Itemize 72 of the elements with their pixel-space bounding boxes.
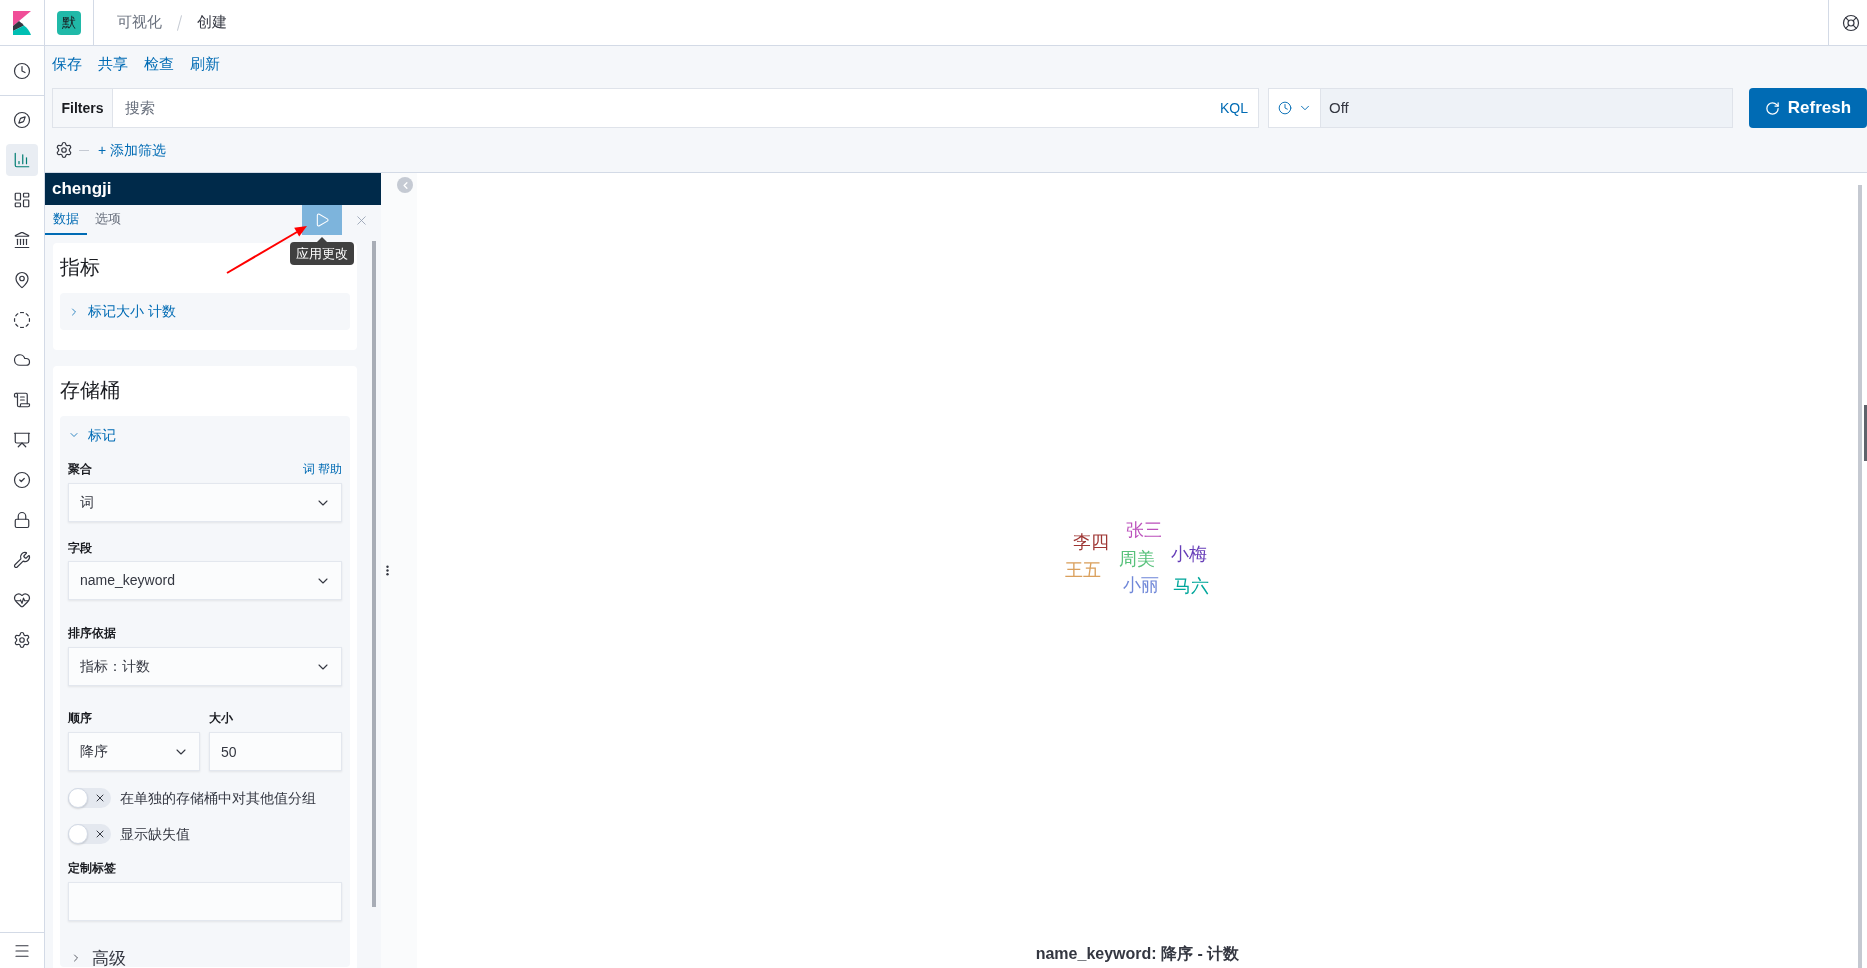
cloud-word: 周美 [1118,549,1155,568]
breadcrumb: 创建 [197,12,227,33]
breadcrumb[interactable]: 可视化 [117,11,162,34]
wrench-icon[interactable] [13,551,31,569]
add-filter-link[interactable]: + 添加筛选 [98,139,167,161]
top-menu-link[interactable]: 保存 [52,52,82,76]
scrollbar-thumb[interactable] [1858,185,1862,968]
query-bar[interactable]: Filters 搜索 KQL [52,88,1259,128]
dashboard-icon[interactable] [13,191,31,209]
field-label: 定制标签 [68,860,117,876]
logo-icon[interactable] [13,10,31,35]
refresh-button[interactable]: Refresh [1749,88,1867,128]
play-icon [314,212,330,228]
custom-label-input[interactable] [68,882,342,921]
lifebuoy-icon[interactable] [1842,13,1860,32]
tooltip: 应用更改 [290,237,354,265]
scrollbar-thumb[interactable] [372,241,376,907]
map-pin-icon[interactable] [13,271,31,289]
editor-title: chengji [45,173,381,205]
size-input[interactable]: 50 [209,732,342,771]
field-select[interactable]: name_keyword [68,561,342,600]
check-circle-icon[interactable] [13,471,31,489]
settings-icon[interactable] [55,141,73,159]
lock-icon[interactable] [13,511,31,529]
cloud-word: 张三 [1125,520,1162,539]
scrollbar-thumb[interactable] [1864,405,1867,461]
cloud-word: 小梅 [1170,544,1207,563]
cloud-word: 马六 [1172,576,1209,595]
field-label: 大小 [209,710,234,726]
dashed-circle-icon[interactable] [13,311,31,329]
metric-accordion[interactable]: 标记大小 计数 [60,293,350,330]
section-title: 存储桶 [59,378,121,402]
toggle-switch[interactable] [68,788,111,808]
top-menu-link[interactable]: 刷新 [190,52,220,76]
presentation-icon[interactable] [13,431,31,449]
cloud-word: 小丽 [1122,575,1159,594]
section-title: 指标 [59,255,101,279]
cloud-word: 王五 [1064,560,1101,579]
bar-chart-icon[interactable] [6,144,38,176]
heart-pulse-icon[interactable] [13,591,31,609]
top-menu-link[interactable]: 共享 [98,52,128,76]
filters-button[interactable]: Filters [53,89,113,127]
field-label: 排序依据 [68,625,117,641]
order-select[interactable]: 降序 [68,732,200,771]
clock-icon[interactable] [13,61,31,80]
cloud-icon[interactable] [13,351,31,369]
order-by-select[interactable]: 指标：计数 [68,647,342,686]
space-avatar[interactable]: 默 [57,10,81,35]
bucket-accordion[interactable]: 标记 [68,416,342,454]
switch-label: 显示缺失值 [120,824,190,844]
building-icon[interactable] [13,231,31,249]
cloud-word: 李四 [1072,532,1109,551]
switch-label: 在单独的存储桶中对其他值分组 [120,788,316,808]
refresh-interval-field[interactable]: Off [1321,89,1732,127]
top-menu-link[interactable]: 检查 [144,52,174,76]
scroll-icon[interactable] [13,391,31,409]
clock-icon [1277,101,1292,115]
aggregation-select[interactable]: 词 [68,483,342,522]
field-label: 顺序 [68,710,93,726]
advanced-accordion[interactable]: 高级 [68,949,342,967]
chart-caption: name_keyword: 降序 - 计数 [1035,944,1240,964]
vertical-dots-icon[interactable] [386,565,389,576]
editor-tab[interactable]: 选项 [87,205,129,235]
help-link[interactable]: 词 帮助 [302,460,342,478]
compass-icon[interactable] [13,111,31,129]
editor-tab[interactable]: 数据 [45,205,87,235]
field-label: 字段 [68,540,93,556]
field-label: 聚合 [68,461,92,477]
toggle-switch[interactable] [68,824,111,844]
kql-link[interactable]: KQL [1210,89,1258,127]
refresh-icon [1764,100,1780,116]
settings-icon[interactable] [13,631,31,649]
